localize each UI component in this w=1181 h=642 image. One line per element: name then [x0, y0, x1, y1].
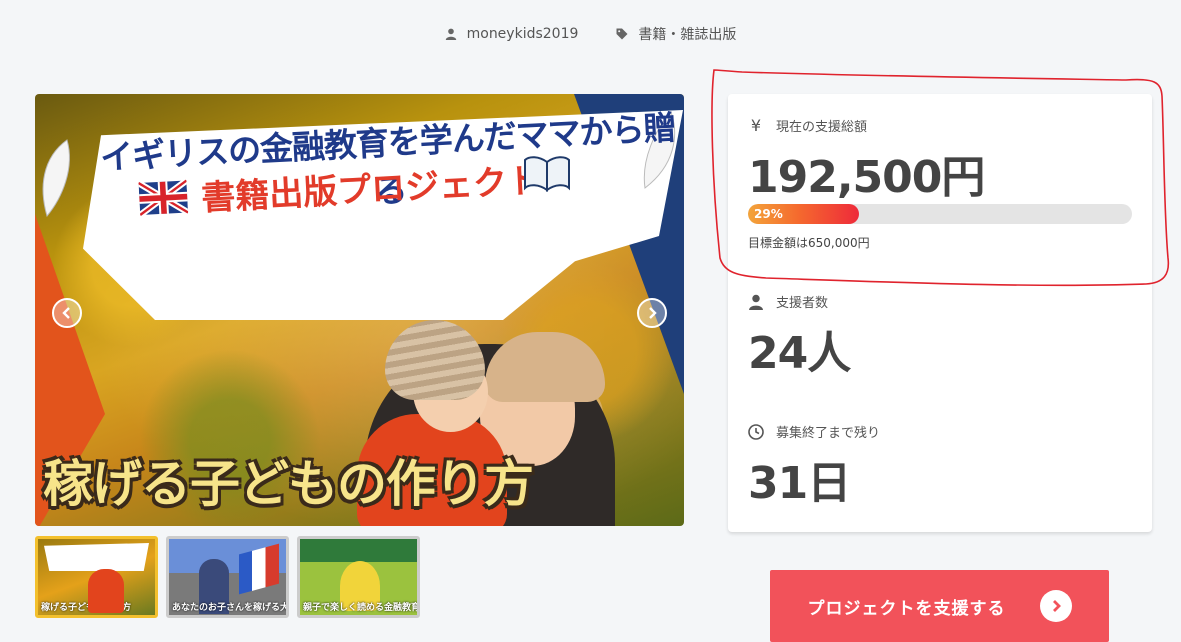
- support-project-button[interactable]: プロジェクトを支援する: [770, 570, 1109, 642]
- backers-count: 支援者数 24人: [748, 292, 851, 381]
- project-image-slider[interactable]: イギリスの金融教育を学んだママから贈る 書籍出版プロジェクト 稼げる子どもの作り…: [35, 94, 684, 526]
- chevron-right-circle-icon: [1039, 590, 1072, 622]
- category-name: 書籍・雑誌出版: [638, 27, 737, 43]
- slider-thumbnails: 稼げる子どもの作り方 あなたのお子さんを稼げる大人に 親子で楽しく読める金融教育…: [35, 536, 420, 618]
- user-icon: [749, 294, 763, 310]
- thumbnail-caption: 親子で楽しく読める金融教育の本: [303, 603, 420, 613]
- author-link[interactable]: moneykids2019: [445, 24, 579, 44]
- chevron-right-icon: [649, 307, 657, 319]
- clock-icon: [748, 423, 764, 440]
- backers-label: 支援者数: [776, 296, 829, 311]
- slider-prev-button[interactable]: [52, 298, 82, 328]
- book-icon: [524, 156, 570, 192]
- yen-icon: ¥: [750, 116, 762, 135]
- funding-progress-fill: 29%: [748, 204, 860, 224]
- funding-amount: ¥ 現在の支援総額 192,500円: [748, 116, 985, 205]
- project-stats-card: ¥ 現在の支援総額 192,500円 29% 目標金額は650,000円 支援者…: [728, 94, 1152, 532]
- funding-progress-bar: 29%: [748, 204, 1132, 224]
- project-meta: moneykids2019 書籍・雑誌出版: [0, 24, 1181, 44]
- thumbnail-2[interactable]: あなたのお子さんを稼げる大人に: [166, 536, 289, 618]
- feather-icon: [42, 139, 70, 218]
- thumbnail-caption: 稼げる子どもの作り方: [41, 603, 132, 613]
- thumbnail-caption: あなたのお子さんを稼げる大人に: [172, 603, 289, 613]
- days-remaining-label: 募集終了まで残り: [776, 426, 881, 441]
- category-link[interactable]: 書籍・雑誌出版: [616, 24, 736, 44]
- thumbnail-3[interactable]: 親子で楽しく読める金融教育の本: [297, 536, 420, 618]
- backers-label-row: 支援者数: [748, 292, 850, 311]
- author-name: moneykids2019: [466, 26, 579, 42]
- days-remaining-value: 31日: [748, 458, 851, 509]
- tag-icon: [616, 28, 628, 40]
- chevron-left-icon: [62, 307, 70, 319]
- funding-amount-value: 192,500円: [748, 152, 985, 203]
- funding-amount-label-row: ¥ 現在の支援総額: [748, 116, 984, 135]
- support-button-label: プロジェクトを支援する: [807, 598, 1006, 619]
- funding-progress-percent: 29%: [754, 207, 783, 221]
- slider-caption: 稼げる子どもの作り方: [43, 455, 534, 513]
- backers-value: 24人: [748, 328, 851, 379]
- thumbnail-1[interactable]: 稼げる子どもの作り方: [35, 536, 158, 618]
- funding-goal: 目標金額は650,000円: [748, 236, 870, 250]
- days-remaining: 募集終了まで残り 31日: [748, 422, 880, 511]
- uk-flag-icon: [138, 179, 189, 216]
- days-remaining-label-row: 募集終了まで残り: [748, 422, 880, 441]
- slider-next-button[interactable]: [637, 298, 667, 328]
- funding-amount-label: 現在の支援総額: [776, 120, 868, 135]
- user-icon: [445, 28, 456, 40]
